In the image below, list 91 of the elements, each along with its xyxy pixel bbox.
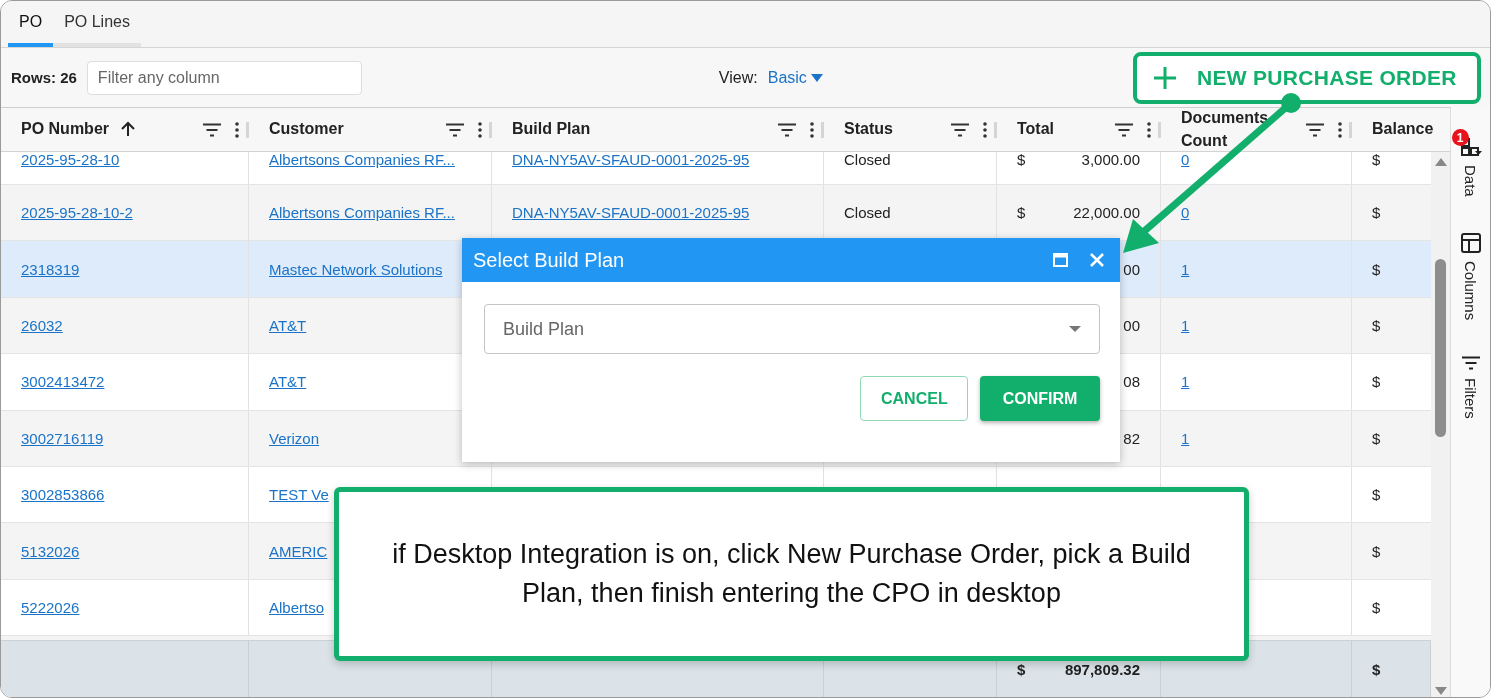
- columns-icon: [1460, 232, 1481, 253]
- build-plan-link[interactable]: DNA-NY5AV-SFAUD-0001-2025-95: [512, 204, 750, 222]
- documents-count-link[interactable]: 0: [1181, 204, 1190, 222]
- new-purchase-order-button[interactable]: NEW PURCHASE ORDER: [1133, 51, 1481, 104]
- customer-link[interactable]: Albertsons Companies RF...: [269, 204, 455, 222]
- customer-link[interactable]: AT&T: [269, 373, 307, 391]
- filter-icon[interactable]: [1306, 122, 1324, 137]
- column-header[interactable]: Customer: [249, 108, 492, 151]
- documents-count-link[interactable]: 1: [1181, 316, 1190, 334]
- filter-icon: [1461, 355, 1480, 370]
- column-header[interactable]: Total: [997, 108, 1161, 151]
- dialog-title: Select Build Plan: [473, 248, 626, 272]
- kebab-menu-icon[interactable]: [983, 121, 987, 138]
- total-cell: $: [1372, 660, 1381, 678]
- table-cell: Closed: [844, 204, 891, 222]
- documents-count-link[interactable]: 1: [1181, 260, 1190, 278]
- filter-icon[interactable]: [203, 122, 221, 137]
- customer-link[interactable]: Mastec Network Solutions: [269, 260, 443, 278]
- scroll-up-icon[interactable]: [1434, 158, 1447, 166]
- po-number-link[interactable]: 26032: [21, 316, 63, 334]
- count-badge: 1: [1451, 129, 1469, 146]
- scrollbar-thumb[interactable]: [1435, 259, 1446, 437]
- po-number-link[interactable]: 3002413472: [21, 373, 105, 391]
- table-cell: 82: [1123, 429, 1140, 447]
- view-dropdown[interactable]: Basic: [767, 68, 823, 87]
- table-cell: $: [1372, 598, 1381, 616]
- customer-link[interactable]: Albertso: [269, 598, 325, 616]
- caret-icon: [810, 73, 823, 82]
- close-icon[interactable]: [1090, 253, 1104, 267]
- table-cell: $: [1372, 486, 1381, 504]
- table-cell: 08: [1123, 373, 1140, 391]
- filter-icon[interactable]: [778, 122, 796, 137]
- total-cell: 897,809.32: [1064, 660, 1140, 678]
- table-cell: $: [1017, 204, 1026, 222]
- total-cell: $: [1017, 660, 1026, 678]
- plus-icon: [1153, 65, 1177, 90]
- table-cell: $: [1372, 316, 1381, 334]
- filter-field[interactable]: Filter any column: [86, 60, 362, 95]
- documents-count-link[interactable]: 0: [1181, 152, 1190, 169]
- customer-link[interactable]: TEST Ve: [269, 486, 329, 504]
- table-cell: $: [1372, 429, 1381, 447]
- table-cell: $: [1372, 152, 1381, 169]
- kebab-menu-icon[interactable]: [1338, 121, 1342, 138]
- po-number-link[interactable]: 2318319: [21, 260, 80, 278]
- row-count: Rows: 26: [11, 69, 77, 86]
- documents-count-link[interactable]: 1: [1181, 373, 1190, 391]
- side-panel-tab[interactable]: Filters: [1461, 355, 1480, 419]
- table-cell: 00: [1123, 260, 1140, 278]
- filter-icon[interactable]: [1115, 122, 1133, 137]
- po-number-link[interactable]: 2025-95-28-10-2: [21, 204, 133, 222]
- customer-link[interactable]: AT&T: [269, 316, 307, 334]
- kebab-menu-icon[interactable]: [810, 121, 814, 138]
- po-number-link[interactable]: 5222026: [21, 598, 80, 616]
- po-number-link[interactable]: 3002853866: [21, 486, 105, 504]
- table-cell: Closed: [844, 152, 891, 169]
- documents-count-link[interactable]: 1: [1181, 429, 1190, 447]
- build-plan-dropdown[interactable]: Build Plan: [484, 304, 1100, 354]
- table-cell: $: [1372, 204, 1381, 222]
- view-label: View:: [718, 68, 758, 87]
- table-cell: 22,000.00: [1073, 204, 1140, 222]
- caret-icon: [1069, 326, 1081, 332]
- kebab-menu-icon[interactable]: [1147, 121, 1151, 138]
- column-header[interactable]: Documents Count: [1161, 108, 1352, 151]
- table-cell: 3,000.00: [1081, 152, 1140, 169]
- po-number-link[interactable]: 5132026: [21, 542, 80, 560]
- column-header[interactable]: Build Plan: [492, 108, 824, 151]
- scroll-down-icon[interactable]: [1434, 687, 1447, 695]
- table-cell: $: [1017, 152, 1026, 169]
- confirm-button[interactable]: CONFIRM: [980, 376, 1100, 421]
- column-header[interactable]: Status: [824, 108, 997, 151]
- filter-icon[interactable]: [951, 122, 969, 137]
- table-cell: $: [1372, 260, 1381, 278]
- side-panel-tab[interactable]: Columns: [1460, 232, 1481, 320]
- kebab-menu-icon[interactable]: [478, 121, 482, 138]
- table-cell: 00: [1123, 316, 1140, 334]
- kebab-menu-icon[interactable]: [235, 121, 239, 138]
- customer-link[interactable]: Verizon: [269, 429, 320, 447]
- cancel-button[interactable]: CANCEL: [860, 376, 968, 421]
- column-header[interactable]: Balance: [1352, 108, 1431, 151]
- filter-icon[interactable]: [446, 122, 464, 137]
- sort-up-arrow-icon[interactable]: [121, 121, 135, 138]
- customer-link[interactable]: Albertsons Companies RF...: [269, 152, 455, 169]
- maximize-icon[interactable]: [1053, 253, 1068, 267]
- po-number-link[interactable]: 3002716119: [21, 429, 104, 447]
- customer-link[interactable]: AMERIC: [269, 542, 328, 560]
- table-cell: $: [1372, 542, 1381, 560]
- column-header[interactable]: PO Number: [1, 108, 249, 151]
- table-cell: $: [1372, 373, 1381, 391]
- build-plan-link[interactable]: DNA-NY5AV-SFAUD-0001-2025-95: [512, 152, 750, 169]
- callout-text: if Desktop Integration is on, click New Purchase Order, pick a Build Plan, then finish entering the CPO in desktop: [391, 537, 1192, 610]
- po-number-link[interactable]: 2025-95-28-10: [21, 152, 120, 169]
